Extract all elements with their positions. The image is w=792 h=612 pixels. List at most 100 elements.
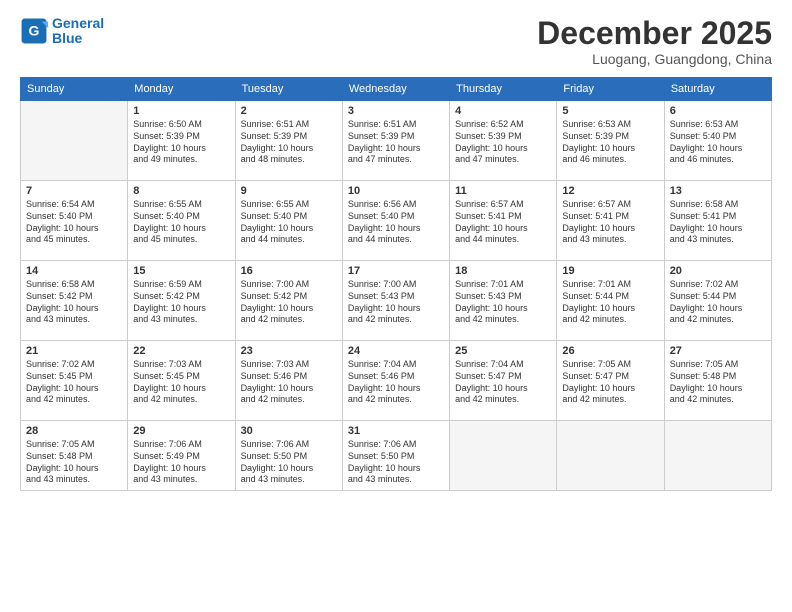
logo: G General Blue	[20, 16, 104, 47]
day-cell	[450, 421, 557, 491]
day-cell	[21, 101, 128, 181]
day-cell: 21 Sunrise: 7:02 AM Sunset: 5:45 PM Dayli…	[21, 341, 128, 421]
day-info: Sunrise: 6:55 AM Sunset: 5:40 PM Dayligh…	[133, 199, 229, 246]
day-cell: 2 Sunrise: 6:51 AM Sunset: 5:39 PM Daylig…	[235, 101, 342, 181]
day-info: Sunrise: 7:00 AM Sunset: 5:42 PM Dayligh…	[241, 279, 337, 326]
weekday-row: SundayMondayTuesdayWednesdayThursdayFrid…	[21, 78, 772, 101]
day-info: Sunrise: 7:01 AM Sunset: 5:43 PM Dayligh…	[455, 279, 551, 326]
day-number: 28	[26, 425, 122, 437]
day-cell: 20Sunrise: 7:02 AM Sunset: 5:44 PM Dayli…	[664, 261, 771, 341]
day-number: 29	[133, 425, 229, 437]
day-number: 15	[133, 265, 229, 277]
day-info: Sunrise: 6:53 AM Sunset: 5:39 PM Dayligh…	[562, 119, 658, 166]
weekday-header-thursday: Thursday	[450, 78, 557, 101]
day-info: Sunrise: 7:01 AM Sunset: 5:44 PM Dayligh…	[562, 279, 658, 326]
day-cell: 3Sunrise: 6:51 AM Sunset: 5:39 PM Daylig…	[342, 101, 449, 181]
day-info: Sunrise: 7:02 AM Sunset: 5:45 PM Dayligh…	[26, 359, 122, 406]
day-cell: 31 Sunrise: 7:06 AM Sunset: 5:50 PM Dayli…	[342, 421, 449, 491]
day-cell: 30 Sunrise: 7:06 AM Sunset: 5:50 PM Dayli…	[235, 421, 342, 491]
day-info: Sunrise: 7:02 AM Sunset: 5:44 PM Dayligh…	[670, 279, 766, 326]
day-cell: 27 Sunrise: 7:05 AM Sunset: 5:48 PM Dayli…	[664, 341, 771, 421]
day-cell: 25 Sunrise: 7:04 AM Sunset: 5:47 PM Dayli…	[450, 341, 557, 421]
day-cell: 13 Sunrise: 6:58 AM Sunset: 5:41 PM Dayli…	[664, 181, 771, 261]
week-row-3: 14Sunrise: 6:58 AM Sunset: 5:42 PM Dayli…	[21, 261, 772, 341]
month-title: December 2025	[537, 16, 772, 51]
day-number: 21	[26, 345, 122, 357]
weekday-header-monday: Monday	[128, 78, 235, 101]
day-number: 7	[26, 185, 122, 197]
day-cell: 26Sunrise: 7:05 AM Sunset: 5:47 PM Dayli…	[557, 341, 664, 421]
day-cell: 22Sunrise: 7:03 AM Sunset: 5:45 PM Dayli…	[128, 341, 235, 421]
day-info: Sunrise: 6:57 AM Sunset: 5:41 PM Dayligh…	[455, 199, 551, 246]
header: G General Blue December 2025 Luogang, Gu…	[20, 16, 772, 67]
day-info: Sunrise: 7:05 AM Sunset: 5:47 PM Dayligh…	[562, 359, 658, 406]
week-row-5: 28 Sunrise: 7:05 AM Sunset: 5:48 PM Dayli…	[21, 421, 772, 491]
day-number: 25	[455, 345, 551, 357]
day-cell: 7 Sunrise: 6:54 AM Sunset: 5:40 PM Daylig…	[21, 181, 128, 261]
day-info: Sunrise: 7:04 AM Sunset: 5:47 PM Dayligh…	[455, 359, 551, 406]
day-number: 10	[348, 185, 444, 197]
day-info: Sunrise: 7:03 AM Sunset: 5:46 PM Dayligh…	[241, 359, 337, 406]
day-cell: 6Sunrise: 6:53 AM Sunset: 5:40 PM Daylig…	[664, 101, 771, 181]
day-number: 11	[455, 185, 551, 197]
logo-line1: General	[52, 15, 104, 31]
day-info: Sunrise: 6:57 AM Sunset: 5:41 PM Dayligh…	[562, 199, 658, 246]
day-number: 30	[241, 425, 337, 437]
day-cell: 15 Sunrise: 6:59 AM Sunset: 5:42 PM Dayli…	[128, 261, 235, 341]
day-info: Sunrise: 7:06 AM Sunset: 5:50 PM Dayligh…	[348, 439, 444, 486]
weekday-header-wednesday: Wednesday	[342, 78, 449, 101]
day-cell: 8 Sunrise: 6:55 AM Sunset: 5:40 PM Daylig…	[128, 181, 235, 261]
day-info: Sunrise: 6:58 AM Sunset: 5:41 PM Dayligh…	[670, 199, 766, 246]
day-number: 31	[348, 425, 444, 437]
day-cell	[557, 421, 664, 491]
day-number: 1	[133, 105, 229, 117]
day-cell: 11 Sunrise: 6:57 AM Sunset: 5:41 PM Dayli…	[450, 181, 557, 261]
day-cell: 17 Sunrise: 7:00 AM Sunset: 5:43 PM Dayli…	[342, 261, 449, 341]
title-block: December 2025 Luogang, Guangdong, China	[537, 16, 772, 67]
day-cell: 23 Sunrise: 7:03 AM Sunset: 5:46 PM Dayli…	[235, 341, 342, 421]
day-info: Sunrise: 6:59 AM Sunset: 5:42 PM Dayligh…	[133, 279, 229, 326]
day-number: 18	[455, 265, 551, 277]
location: Luogang, Guangdong, China	[537, 51, 772, 67]
day-info: Sunrise: 7:05 AM Sunset: 5:48 PM Dayligh…	[26, 439, 122, 486]
calendar-table: SundayMondayTuesdayWednesdayThursdayFrid…	[20, 77, 772, 491]
day-info: Sunrise: 6:52 AM Sunset: 5:39 PM Dayligh…	[455, 119, 551, 166]
logo-line2: Blue	[52, 30, 82, 46]
day-number: 24	[348, 345, 444, 357]
week-row-1: 1 Sunrise: 6:50 AM Sunset: 5:39 PM Daylig…	[21, 101, 772, 181]
day-number: 5	[562, 105, 658, 117]
day-number: 23	[241, 345, 337, 357]
day-info: Sunrise: 7:05 AM Sunset: 5:48 PM Dayligh…	[670, 359, 766, 406]
calendar-body: 1 Sunrise: 6:50 AM Sunset: 5:39 PM Daylig…	[21, 101, 772, 491]
day-number: 12	[562, 185, 658, 197]
day-number: 2	[241, 105, 337, 117]
day-number: 13	[670, 185, 766, 197]
day-info: Sunrise: 6:50 AM Sunset: 5:39 PM Dayligh…	[133, 119, 229, 166]
day-number: 17	[348, 265, 444, 277]
day-info: Sunrise: 6:51 AM Sunset: 5:39 PM Dayligh…	[241, 119, 337, 166]
weekday-header-friday: Friday	[557, 78, 664, 101]
day-cell: 9 Sunrise: 6:55 AM Sunset: 5:40 PM Daylig…	[235, 181, 342, 261]
day-number: 9	[241, 185, 337, 197]
logo-icon: G	[20, 17, 48, 45]
day-cell: 19 Sunrise: 7:01 AM Sunset: 5:44 PM Dayli…	[557, 261, 664, 341]
day-cell	[664, 421, 771, 491]
day-number: 27	[670, 345, 766, 357]
day-info: Sunrise: 6:51 AM Sunset: 5:39 PM Dayligh…	[348, 119, 444, 166]
day-cell: 29Sunrise: 7:06 AM Sunset: 5:49 PM Dayli…	[128, 421, 235, 491]
day-cell: 12 Sunrise: 6:57 AM Sunset: 5:41 PM Dayli…	[557, 181, 664, 261]
svg-text:G: G	[29, 23, 40, 39]
day-info: Sunrise: 6:56 AM Sunset: 5:40 PM Dayligh…	[348, 199, 444, 246]
day-number: 19	[562, 265, 658, 277]
day-cell: 1 Sunrise: 6:50 AM Sunset: 5:39 PM Daylig…	[128, 101, 235, 181]
day-info: Sunrise: 7:06 AM Sunset: 5:50 PM Dayligh…	[241, 439, 337, 486]
day-info: Sunrise: 6:55 AM Sunset: 5:40 PM Dayligh…	[241, 199, 337, 246]
day-info: Sunrise: 6:54 AM Sunset: 5:40 PM Dayligh…	[26, 199, 122, 246]
day-number: 4	[455, 105, 551, 117]
day-info: Sunrise: 7:00 AM Sunset: 5:43 PM Dayligh…	[348, 279, 444, 326]
weekday-header-tuesday: Tuesday	[235, 78, 342, 101]
day-number: 8	[133, 185, 229, 197]
day-number: 16	[241, 265, 337, 277]
day-info: Sunrise: 7:04 AM Sunset: 5:46 PM Dayligh…	[348, 359, 444, 406]
page: G General Blue December 2025 Luogang, Gu…	[0, 0, 792, 612]
